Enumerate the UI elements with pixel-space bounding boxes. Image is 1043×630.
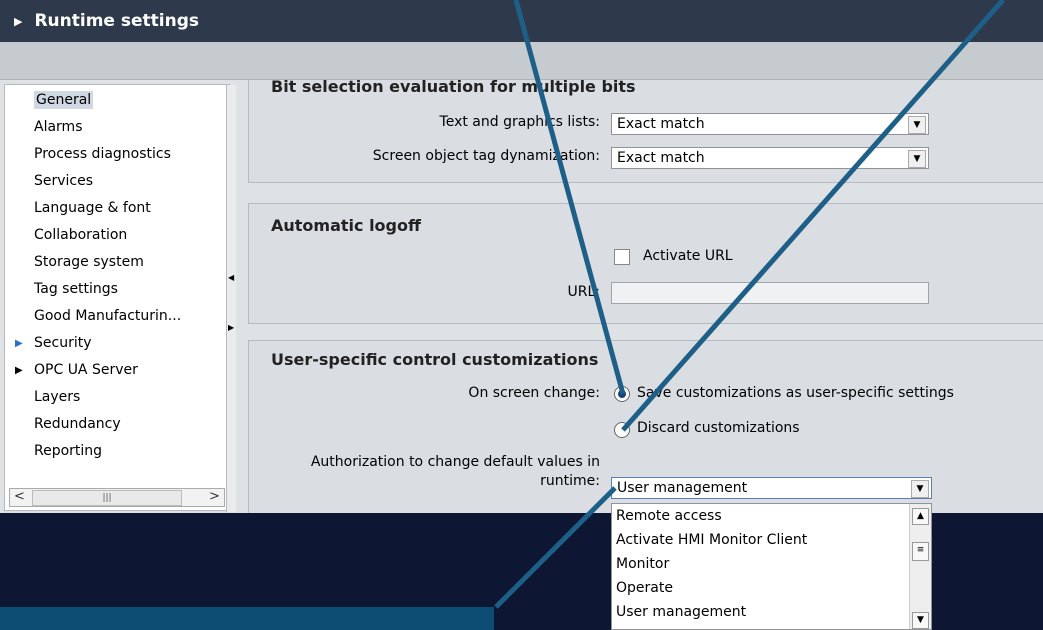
splitter[interactable]: ◀ ▶: [226, 85, 236, 512]
nav-item-security[interactable]: ▶ Security: [5, 330, 223, 357]
expand-right-icon[interactable]: ▶: [228, 323, 234, 332]
discard-customizations-label: Discard customizations: [637, 420, 800, 436]
toolbar: [0, 42, 1043, 80]
dropdown-arrow-icon[interactable]: ▼: [908, 116, 926, 134]
nav-item-label: Collaboration: [34, 227, 128, 243]
nav-item-label: Good Manufacturin...: [34, 308, 182, 324]
nav-item-opc-ua-server[interactable]: ▶ OPC UA Server: [5, 357, 223, 384]
callout-box: [0, 607, 494, 630]
dropdown-option[interactable]: Activate HMI Monitor Client: [612, 528, 931, 552]
nav-item-alarms[interactable]: Alarms: [5, 114, 223, 141]
nav-item-services[interactable]: Services: [5, 168, 223, 195]
nav-item-label: General: [34, 91, 94, 109]
nav-item-redundancy[interactable]: Redundancy: [5, 411, 223, 438]
url-input[interactable]: [611, 282, 929, 304]
scroll-up-icon[interactable]: ▲: [912, 508, 929, 525]
screen-change-label: On screen change:: [468, 385, 600, 401]
bit-selection-section: Bit selection evaluation for multiple bi…: [248, 80, 1043, 183]
dynamization-value: Exact match: [617, 150, 705, 166]
nav-item-label: Redundancy: [34, 416, 121, 432]
text-lists-value: Exact match: [617, 116, 705, 132]
nav-item-label: Services: [34, 173, 94, 189]
navigation-tree: General Alarms Process diagnostics Servi…: [4, 84, 236, 512]
nav-item-label: Storage system: [34, 254, 144, 270]
authorization-label-line2: runtime:: [540, 473, 600, 489]
automatic-logoff-heading: Automatic logoff: [271, 216, 421, 235]
dynamization-select[interactable]: Exact match ▼: [611, 147, 929, 169]
dropdown-option[interactable]: User management: [612, 600, 931, 624]
nav-item-label: Language & font: [34, 200, 151, 216]
save-customizations-label: Save customizations as user-specific set…: [637, 385, 954, 401]
nav-item-storage-system[interactable]: Storage system: [5, 249, 223, 276]
discard-customizations-radio[interactable]: [614, 422, 630, 438]
nav-item-general[interactable]: General: [5, 87, 223, 114]
dropdown-arrow-icon[interactable]: ▼: [911, 480, 929, 498]
nav-item-good-manufacturing[interactable]: Good Manufacturin...: [5, 303, 223, 330]
authorization-dropdown-list[interactable]: Remote access Activate HMI Monitor Clien…: [611, 503, 932, 630]
nav-item-language-font[interactable]: Language & font: [5, 195, 223, 222]
scroll-thumb[interactable]: |||: [32, 490, 182, 506]
authorization-label-line1: Authorization to change default values i…: [310, 454, 600, 470]
authorization-label: Authorization to change default values i…: [311, 453, 600, 491]
dropdown-option[interactable]: Monitor: [612, 552, 931, 576]
scroll-down-icon[interactable]: ▼: [912, 612, 929, 629]
horizontal-scrollbar[interactable]: < ||| >: [9, 488, 225, 507]
nav-item-label: Reporting: [34, 443, 103, 459]
settings-content: General Alarms Process diagnostics Servi…: [0, 80, 1043, 513]
activate-url-checkbox[interactable]: [614, 249, 630, 265]
nav-item-label: Tag settings: [34, 281, 118, 297]
collapse-arrow-icon[interactable]: ▶: [14, 15, 22, 28]
scroll-left-icon[interactable]: <: [10, 489, 29, 506]
title-bar[interactable]: ▶ Runtime settings: [0, 0, 1043, 42]
navigation-list: General Alarms Process diagnostics Servi…: [5, 87, 223, 465]
nav-item-tag-settings[interactable]: Tag settings: [5, 276, 223, 303]
nav-item-label: Layers: [34, 389, 81, 405]
text-lists-label: Text and graphics lists:: [439, 114, 600, 130]
nav-item-process-diagnostics[interactable]: Process diagnostics: [5, 141, 223, 168]
user-customizations-heading: User-specific control customizations: [271, 350, 599, 369]
nav-item-reporting[interactable]: Reporting: [5, 438, 223, 465]
text-lists-select[interactable]: Exact match ▼: [611, 113, 929, 135]
activate-url-label: Activate URL: [643, 248, 733, 264]
dynamization-label: Screen object tag dynamization:: [372, 148, 600, 164]
nav-expand-icon[interactable]: ▶: [15, 357, 23, 384]
window-title: Runtime settings: [34, 11, 199, 31]
dropdown-option[interactable]: Remote access: [612, 504, 931, 528]
user-customizations-section: User-specific control customizations On …: [248, 340, 1043, 513]
nav-item-label: OPC UA Server: [34, 362, 138, 378]
save-customizations-radio[interactable]: [614, 386, 630, 402]
authorization-select[interactable]: User management ▼: [611, 477, 932, 499]
nav-expand-icon[interactable]: ▶: [15, 330, 23, 357]
url-label: URL:: [567, 284, 601, 300]
nav-item-label: Security: [34, 335, 92, 351]
vertical-scrollbar[interactable]: ▲ ≡ ▼: [909, 504, 931, 629]
nav-item-collaboration[interactable]: Collaboration: [5, 222, 223, 249]
nav-item-label: Alarms: [34, 119, 83, 135]
collapse-left-icon[interactable]: ◀: [228, 273, 234, 282]
dropdown-arrow-icon[interactable]: ▼: [908, 150, 926, 168]
nav-item-layers[interactable]: Layers: [5, 384, 223, 411]
authorization-value: User management: [617, 480, 748, 496]
nav-item-label: Process diagnostics: [34, 146, 171, 162]
scroll-right-icon[interactable]: >: [205, 489, 224, 506]
bit-selection-heading: Bit selection evaluation for multiple bi…: [271, 80, 636, 96]
scroll-thumb[interactable]: ≡: [912, 542, 929, 561]
automatic-logoff-section: Automatic logoff Activate URL URL:: [248, 203, 1043, 324]
dropdown-option[interactable]: Operate: [612, 576, 931, 600]
